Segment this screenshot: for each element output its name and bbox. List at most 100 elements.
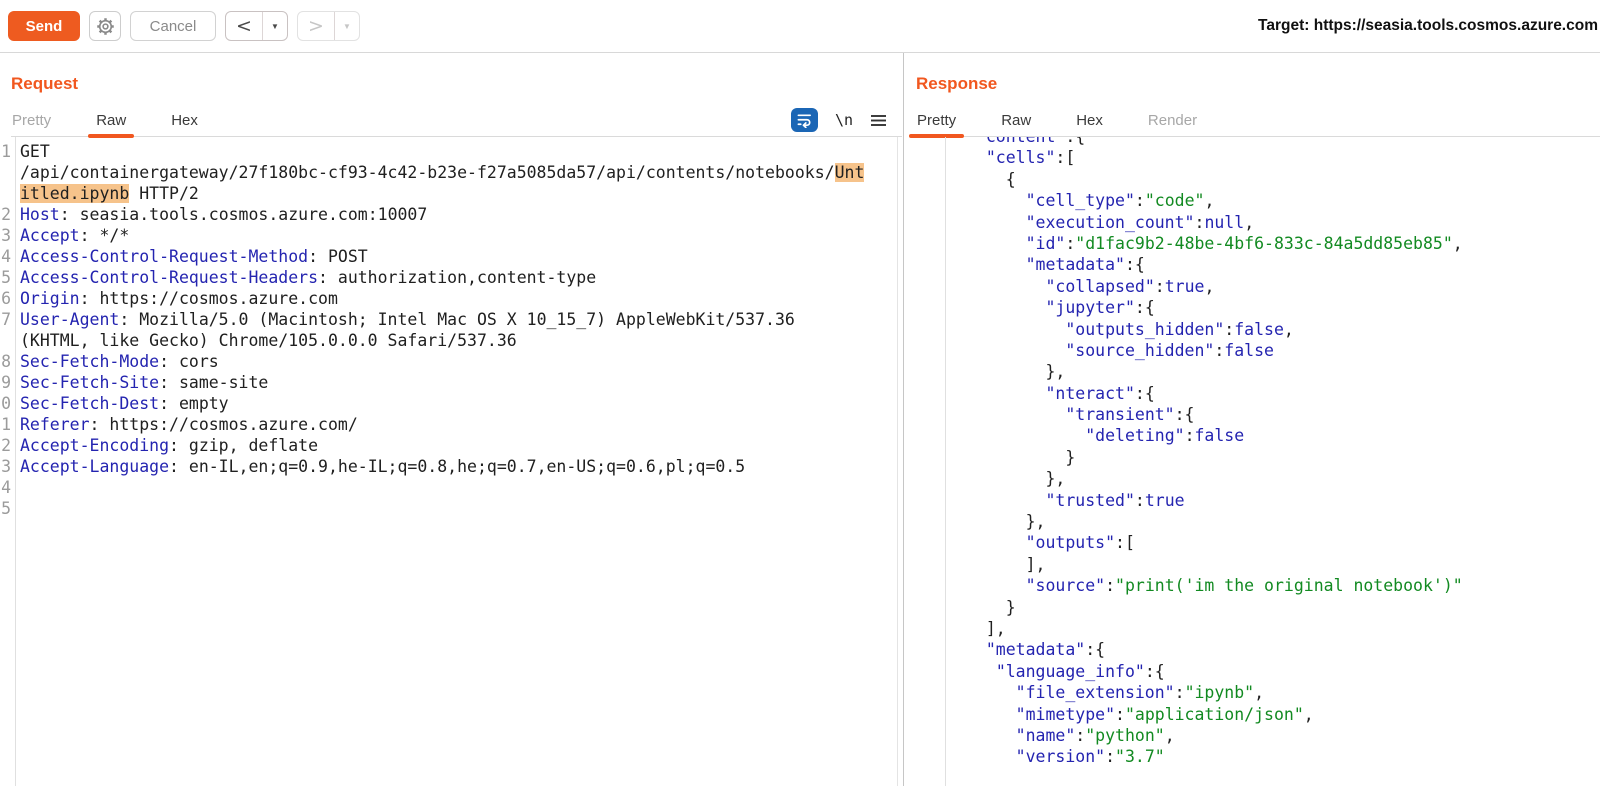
line-number [0,183,15,204]
code-line: "transient":{ [1065,405,1195,425]
forward-dropdown-icon[interactable]: ▼ [335,22,359,31]
code-line: "source_hidden":false [1065,340,1274,360]
code-line: 8 Sec-Fetch-Mode: cors [1,352,219,371]
request-tab-hex[interactable]: Hex [170,105,199,136]
line-number [0,162,15,183]
line-number: 3 [1,226,11,245]
code-line: "jupyter":{ [1045,298,1155,318]
code-line: 4 [0,477,902,498]
code-line: 5 Access-Control-Request-Headers: authori… [1,268,597,287]
code-line: 7 User-Agent: Mozilla/5.0 (Macintosh; Int… [1,310,795,329]
cancel-button[interactable]: Cancel [130,11,216,41]
response-panel-title: Response [916,74,998,93]
line-number: 8 [1,352,11,371]
request-settings-button[interactable] [89,11,121,41]
line-number: 2 [1,436,11,455]
code-line: 3 Accept-Language: en-IL,en;q=0.9,he-IL;q… [1,457,746,476]
response-tab-pretty[interactable]: Pretty [908,105,965,138]
line-number: 4 [1,478,11,497]
code-line: "cells":[ [985,148,1076,168]
hamburger-menu-icon [871,114,886,126]
code-line: 9 Sec-Fetch-Site: same-site [1,373,269,392]
back-arrow-icon: < [236,14,252,37]
line-number: 3 [1,457,11,476]
panel-splitter[interactable] [903,53,904,786]
editor-menu-button[interactable] [870,114,887,127]
code-line: 6 Origin: https://cosmos.azure.com [1,289,338,308]
code-line: "execution_count":null, [1025,212,1255,232]
code-line: 1 GET [1,142,50,161]
line-number [0,330,15,351]
response-editor[interactable]: "content":{ "cells":[ { "cell_type":"cod… [905,137,1600,786]
line-number: 1 [1,142,11,161]
code-line: ], [966,554,1046,574]
code-line: "trusted":true [1045,490,1185,510]
forward-button[interactable]: > ▼ [297,11,360,41]
request-panel: Request Pretty Raw Hex \n 1 GET/api/cont… [0,53,902,786]
request-tab-raw[interactable]: Raw [88,105,135,138]
line-number: 2 [1,205,11,224]
code-line: 2 Accept-Encoding: gzip, deflate [1,436,319,455]
code-line: "outputs_hidden":false, [1065,319,1294,339]
response-tab-bar: Pretty Raw Hex Render [908,104,1600,138]
code-line: 3 Accept: */* [1,226,130,245]
code-line: /api/containergateway/27f180bc-cf93-4c42… [0,162,902,183]
request-tab-bar: Pretty Raw Hex \n [11,104,902,138]
send-button[interactable]: Send [8,11,80,41]
code-line: "version":"3.7" [1015,747,1165,767]
code-line: 5 [0,498,902,519]
line-number: 9 [1,373,11,392]
line-number: 6 [1,289,11,308]
line-number: 0 [1,394,11,413]
code-line: 4 Access-Control-Request-Method: POST [1,247,368,266]
code-line: "deleting":false [1085,426,1245,446]
word-wrap-toggle[interactable] [790,108,818,132]
code-line: itled.ipynb HTTP/2 [0,183,902,204]
code-line: }, [966,362,1066,382]
repeater-toolbar: Send Cancel < ▼ > ▼ Target: https://seas… [0,0,1600,53]
target-label: Target: https://seasia.tools.cosmos.azur… [1258,17,1598,34]
code-line: (KHTML, like Gecko) Chrome/105.0.0.0 Saf… [0,330,902,351]
code-line: "id":"d1fac9b2-48be-4bf6-833c-84a5dd85eb… [1025,233,1463,253]
code-line: 1 Referer: https://cosmos.azure.com/ [1,415,358,434]
line-number: 5 [1,268,11,287]
code-line: } [966,447,1076,467]
code-line: "language_info":{ [995,661,1165,681]
request-editor[interactable]: 1 GET/api/containergateway/27f180bc-cf93-… [0,137,902,786]
request-editor-edge [897,137,898,786]
code-line: "outputs":[ [1025,533,1135,553]
code-line: { [966,169,1016,189]
forward-arrow-icon: > [308,14,324,37]
response-tab-render[interactable]: Render [1147,105,1198,136]
code-line: "cell_type":"code", [1025,191,1215,211]
code-line: ], [966,618,1006,638]
response-panel: Response Pretty Raw Hex Render "content"… [905,53,1600,786]
response-tab-hex[interactable]: Hex [1075,105,1104,136]
code-line: "file_extension":"ipynb", [1015,683,1265,703]
gear-icon [96,17,114,35]
target-url: https://seasia.tools.cosmos.azure.com [1313,17,1598,34]
code-line: "metadata":{ [1025,255,1145,275]
response-tab-raw[interactable]: Raw [1000,105,1032,136]
code-line: "collapsed":true, [1045,276,1215,296]
line-number: 7 [1,310,11,329]
code-line: "source":"print('im the original noteboo… [1025,576,1463,596]
code-line: "name":"python", [1015,725,1175,745]
line-number: 4 [1,247,11,266]
code-line: }, [966,469,1066,489]
show-newlines-toggle[interactable]: \n [835,111,853,129]
request-panel-title: Request [11,74,79,93]
request-editor-tools: \n [790,108,902,132]
request-tab-pretty[interactable]: Pretty [11,105,52,136]
code-line: } [966,597,1016,617]
code-line: "mimetype":"application/json", [1015,704,1314,724]
back-dropdown-icon[interactable]: ▼ [263,22,287,31]
line-number: 5 [1,499,11,518]
code-line: }, [966,512,1046,532]
code-line: 0 Sec-Fetch-Dest: empty [1,394,229,413]
back-button[interactable]: < ▼ [225,11,288,41]
code-line: "content":{ [961,137,1600,147]
word-wrap-icon [797,114,811,128]
code-line: "nteract":{ [1045,383,1155,403]
code-line: 2 Host: seasia.tools.cosmos.azure.com:100… [1,205,428,224]
